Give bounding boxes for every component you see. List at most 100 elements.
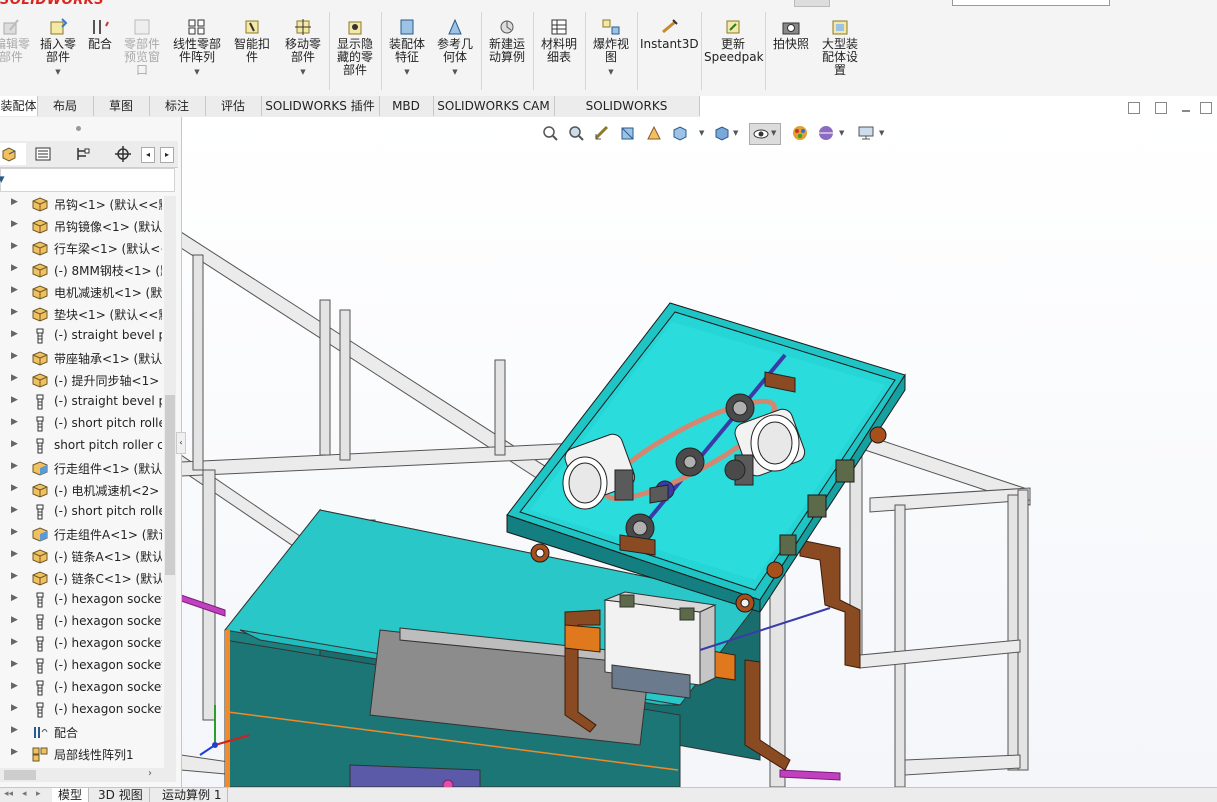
tree-item[interactable]: ▶ (-) hexagon socket: [0, 611, 176, 633]
take-snapshot-button[interactable]: 拍快照: [768, 18, 814, 51]
tree-item[interactable]: ▶ 行车梁<1> (默认<<: [0, 237, 176, 259]
expand-arrow-icon[interactable]: ▶: [11, 549, 18, 559]
tab-evaluate[interactable]: 评估: [205, 96, 262, 116]
tab-solidworks-addins[interactable]: SOLIDWORKS 插件: [261, 96, 380, 116]
tree-item[interactable]: ▶ (-) straight bevel p: [0, 391, 176, 413]
tab-feature-manager[interactable]: [0, 143, 26, 165]
scroll-left-icon[interactable]: ◂: [141, 147, 155, 163]
new-motion-study-button[interactable]: 新建运 动算例: [484, 18, 530, 64]
mate-button[interactable]: 配合: [84, 18, 116, 51]
expand-arrow-icon[interactable]: ▶: [11, 351, 18, 361]
tree-item[interactable]: ▶ 配合: [0, 721, 176, 743]
tree-item[interactable]: ▶ (-) hexagon socket: [0, 589, 176, 611]
tree-item[interactable]: ▶ 局部线性阵列1: [0, 743, 176, 765]
zoom-to-area-icon[interactable]: [567, 124, 585, 142]
expand-arrow-icon[interactable]: ▶: [11, 373, 18, 383]
tree-item[interactable]: ▶ (-) short pitch rolle: [0, 501, 176, 523]
tree-item[interactable]: ▶ (-) 链条A<1> (默认: [0, 545, 176, 567]
tab-dimxpert-manager[interactable]: [106, 143, 140, 165]
section-view-icon[interactable]: [619, 124, 637, 142]
tree-item[interactable]: ▶ (-) hexagon socket: [0, 677, 176, 699]
tree-scrollbar-thumb[interactable]: [165, 395, 175, 575]
tree-item[interactable]: ▶ (-) hexagon socket: [0, 699, 176, 721]
expand-arrow-icon[interactable]: ▶: [11, 571, 18, 581]
edit-component-button[interactable]: 编辑零 部件: [0, 18, 30, 64]
tree-item[interactable]: ▶ (-) 提升同步轴<1>: [0, 369, 176, 391]
expand-arrow-icon[interactable]: ▶: [11, 241, 18, 251]
expand-arrow-icon[interactable]: ▶: [11, 659, 18, 669]
tree-item[interactable]: ▶ (-) 链条C<1> (默认: [0, 567, 176, 589]
tree-item[interactable]: ▶ (-) 电机减速机<2>: [0, 479, 176, 501]
next-tab-nav-icon[interactable]: ▸: [36, 789, 41, 799]
tab-solidworks-inspection[interactable]: SOLIDWORKS Inspection: [554, 96, 700, 133]
expand-arrow-icon[interactable]: ▶: [11, 263, 18, 273]
apply-scene-icon[interactable]: [817, 124, 835, 142]
restore-left-icon[interactable]: [1128, 102, 1140, 114]
tree-item[interactable]: ▶ 行走组件<1> (默认: [0, 457, 176, 479]
tree-item[interactable]: ▶ short pitch roller c: [0, 435, 176, 457]
tree-item[interactable]: ▶ 行走组件A<1> (默认: [0, 523, 176, 545]
expand-arrow-icon[interactable]: ▶: [11, 197, 18, 207]
tab-model[interactable]: 模型: [52, 788, 90, 802]
tab-motion-study[interactable]: 运动算例 1: [156, 788, 229, 802]
expand-arrow-icon[interactable]: ▶: [11, 703, 18, 713]
tree-item[interactable]: ▶ (-) hexagon socket: [0, 655, 176, 677]
expand-arrow-icon[interactable]: ▶: [11, 637, 18, 647]
expand-arrow-icon[interactable]: ▶: [11, 417, 18, 427]
tree-item[interactable]: ▶ (-) hexagon socket: [0, 633, 176, 655]
expand-arrow-icon[interactable]: ▶: [11, 461, 18, 471]
show-hidden-components-button[interactable]: 显示隐 藏的零 部件: [332, 18, 378, 77]
expand-arrow-icon[interactable]: ▶: [11, 505, 18, 515]
linear-pattern-button[interactable]: 线性零部 件阵列 ▼: [168, 18, 226, 79]
expand-arrow-icon[interactable]: ▶: [11, 725, 18, 735]
expand-arrow-icon[interactable]: ▶: [11, 527, 18, 537]
tree-item[interactable]: ▶ 垫块<1> (默认<<默: [0, 303, 176, 325]
tree-item[interactable]: ▶ 电机减速机<1> (默认: [0, 281, 176, 303]
maximize-icon[interactable]: [1200, 102, 1212, 114]
tab-property-manager[interactable]: [26, 143, 60, 165]
graphics-area[interactable]: ▼ ▼ ▼ ▼ ▼: [181, 117, 1217, 787]
first-tab-nav-icon[interactable]: ◂◂: [4, 789, 13, 799]
edit-appearance-icon[interactable]: [791, 124, 809, 142]
update-speedpak-button[interactable]: 更新 Speedpak: [704, 18, 764, 64]
smart-fastener-button[interactable]: 智能扣 件: [230, 18, 274, 64]
insert-component-button[interactable]: 插入零 部件 ▼: [36, 18, 80, 79]
quick-access-dropdown[interactable]: [794, 0, 830, 7]
previous-view-icon[interactable]: [593, 124, 611, 142]
tab-configuration-manager[interactable]: [66, 143, 100, 165]
tree-item[interactable]: ▶ (-) short pitch rolle: [0, 413, 176, 435]
expand-arrow-icon[interactable]: ▶: [11, 747, 18, 757]
tree-hscroll-thumb[interactable]: [4, 770, 36, 780]
tab-3d-views[interactable]: 3D 视图: [92, 788, 150, 802]
component-preview-button[interactable]: 零部件 预览窗 口: [120, 18, 164, 77]
tab-sketch[interactable]: 草图: [93, 96, 150, 116]
tab-solidworks-cam[interactable]: SOLIDWORKS CAM: [433, 96, 555, 116]
reference-geometry-button[interactable]: 参考几 何体 ▼: [432, 18, 478, 79]
expand-arrow-icon[interactable]: ▶: [11, 439, 18, 449]
exploded-view-button[interactable]: 爆炸视 图 ▼: [588, 18, 634, 79]
chevron-down-icon[interactable]: ▼: [879, 129, 884, 137]
tree-item[interactable]: ▶ (-) straight bevel p: [0, 325, 176, 347]
minimize-icon[interactable]: [1182, 110, 1190, 112]
bill-of-materials-button[interactable]: 材料明 细表: [536, 18, 582, 64]
tab-assembly[interactable]: 装配体: [0, 96, 38, 116]
expand-arrow-icon[interactable]: ▶: [11, 615, 18, 625]
chevron-down-icon[interactable]: ▼: [839, 129, 844, 137]
collapse-panel-icon[interactable]: ‹: [176, 432, 186, 454]
move-component-button[interactable]: 移动零 部件 ▼: [278, 18, 328, 79]
expand-arrow-icon[interactable]: ▶: [11, 483, 18, 493]
large-assembly-settings-button[interactable]: 大型装 配体设 置: [816, 18, 864, 77]
prev-tab-nav-icon[interactable]: ◂: [22, 789, 27, 799]
expand-arrow-icon[interactable]: ▶: [11, 307, 18, 317]
tree-item[interactable]: ▶ 吊钩镜像<1> (默认: [0, 215, 176, 237]
tree-item[interactable]: ▶ 带座轴承<1> (默认: [0, 347, 176, 369]
scroll-right-icon[interactable]: ›: [148, 768, 152, 779]
tree-item[interactable]: ▶ (-) 8MM钢枝<1> (默: [0, 259, 176, 281]
scroll-right-icon[interactable]: ▸: [160, 147, 174, 163]
instant3d-button[interactable]: Instant3D: [640, 18, 699, 51]
restore-right-icon[interactable]: [1155, 102, 1167, 114]
expand-arrow-icon[interactable]: ▶: [11, 285, 18, 295]
tree-item[interactable]: ▶ 吊钩<1> (默认<<默: [0, 193, 176, 215]
tree-filter-row[interactable]: ▾: [0, 168, 175, 192]
expand-arrow-icon[interactable]: ▶: [11, 681, 18, 691]
